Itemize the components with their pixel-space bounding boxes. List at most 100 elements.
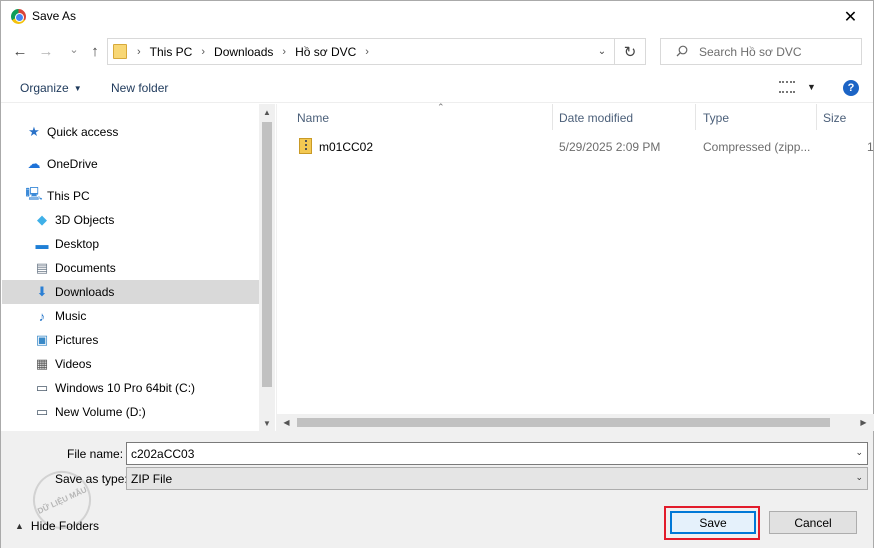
column-date-label: Date modified [559, 111, 634, 125]
arrow-up-icon: ↑ [91, 42, 99, 60]
column-header-size[interactable]: Size [823, 104, 874, 130]
sidebar-item-quick-access[interactable]: ★ Quick access [2, 120, 259, 144]
forward-button[interactable]: → [36, 41, 56, 61]
address-dropdown-button[interactable]: ⌄ [593, 42, 611, 61]
refresh-button[interactable]: ↻ [614, 39, 645, 64]
scroll-thumb[interactable] [262, 122, 272, 387]
breadcrumb-ho-so-dvc[interactable]: Hồ sơ DVC [295, 45, 356, 59]
recent-locations-button[interactable]: ⌄ [64, 39, 84, 59]
save-as-dialog: Save As ✕ ← → ⌄ ↑ › This PC › Downloads … [0, 0, 874, 548]
sidebar-item-downloads[interactable]: ⬇ Downloads [2, 280, 259, 304]
help-icon: ? [847, 82, 855, 94]
breadcrumb-separator[interactable]: › [365, 46, 369, 58]
sidebar-item-pictures[interactable]: ▣ Pictures [2, 328, 259, 352]
column-header-name[interactable]: Name ⌃ [297, 102, 553, 130]
scroll-up-button[interactable]: ▲ [259, 104, 275, 120]
address-bar[interactable]: › This PC › Downloads › Hồ sơ DVC › ⌄ ↻ [107, 38, 646, 65]
save-as-type-value: ZIP File [131, 472, 173, 486]
video-icon: ▦ [35, 356, 49, 371]
caret-up-icon: ▲ [263, 107, 271, 117]
sidebar-item-label: 3D Objects [55, 213, 115, 227]
cancel-button[interactable]: Cancel [769, 511, 857, 534]
sidebar-item-new-volume-d[interactable]: ▭ New Volume (D:) [2, 400, 259, 424]
breadcrumb-separator[interactable]: › [282, 46, 286, 58]
hide-folders-label: Hide Folders [30, 519, 99, 533]
help-button[interactable]: ? [843, 80, 859, 96]
sidebar-item-label: Pictures [55, 333, 99, 347]
file-row[interactable]: m01CC02 5/29/2025 2:09 PM Compressed (zi… [277, 135, 874, 157]
column-type-label: Type [703, 111, 730, 125]
new-folder-label: New folder [111, 81, 169, 95]
chevron-down-icon: ⌄ [597, 46, 607, 57]
sidebar-item-onedrive[interactable]: ☁ OneDrive [2, 152, 259, 176]
scroll-down-button[interactable]: ▼ [259, 415, 275, 431]
details-view-icon [779, 81, 795, 93]
file-name: m01CC02 [319, 140, 374, 154]
file-name-input[interactable] [131, 446, 831, 462]
sidebar-item-desktop[interactable]: ▬ Desktop [2, 232, 259, 256]
chrome-icon [11, 9, 26, 24]
sidebar-item-videos[interactable]: ▦ Videos [2, 352, 259, 376]
cube-icon: ◆ [37, 212, 47, 227]
up-button[interactable]: ↑ [85, 41, 105, 61]
drive-d-icon: ▭ [35, 404, 49, 419]
sidebar-item-this-pc[interactable]: 🖳 This PC [2, 184, 259, 208]
save-as-type-select[interactable]: ZIP File ⌄ [126, 467, 868, 490]
sidebar-item-documents[interactable]: ▤ Documents [2, 256, 259, 280]
save-button[interactable]: Save [670, 511, 756, 534]
title-bar: Save As ✕ [1, 1, 873, 32]
caret-down-icon: ▼ [263, 418, 271, 428]
chevron-down-icon[interactable]: ⌄ [855, 447, 863, 458]
search-input[interactable] [699, 44, 854, 60]
sidebar-item-label: Downloads [55, 285, 115, 299]
watermark-text: DỮ LIỆU MẪU [35, 484, 89, 516]
cloud-icon: ☁ [27, 156, 41, 171]
sidebar-item-label: Quick access [47, 125, 119, 139]
caret-down-icon: ▼ [807, 82, 816, 92]
sidebar-item-label: Desktop [55, 237, 100, 251]
arrow-right-icon: → [38, 42, 54, 60]
scroll-left-button[interactable]: ◀ [278, 414, 295, 431]
navigation-scrollbar[interactable]: ▲ ▼ [259, 104, 275, 431]
file-list: Name ⌃ Date modified Type Size m01CC02 5… [276, 102, 874, 431]
file-name-field[interactable]: ⌄ [126, 442, 868, 465]
star-icon: ★ [28, 124, 40, 139]
caret-right-icon: ▶ [860, 418, 867, 427]
column-name-label: Name [297, 111, 330, 125]
back-button[interactable]: ← [10, 41, 30, 61]
computer-icon: 🖳 [25, 186, 43, 201]
sidebar-item-label: OneDrive [47, 157, 98, 171]
sidebar-item-3d-objects[interactable]: ◆ 3D Objects [2, 208, 259, 232]
column-header-type[interactable]: Type [703, 104, 817, 130]
file-size: 1 [867, 140, 874, 154]
horizontal-scrollbar[interactable]: ◀ ▶ [277, 414, 874, 431]
sidebar-item-music[interactable]: ♪ Music [2, 304, 259, 328]
chevron-down-icon: ⌄ [69, 43, 79, 56]
breadcrumb-this-pc[interactable]: This PC [150, 45, 193, 59]
caret-down-icon: ▼ [73, 84, 82, 93]
close-button[interactable]: ✕ [828, 1, 873, 32]
column-header-date-modified[interactable]: Date modified [559, 104, 696, 130]
navigation-pane: ★ Quick access ☁ OneDrive 🖳 This PC ◆ 3D Object… [1, 104, 275, 431]
scroll-thumb[interactable] [297, 418, 830, 427]
organize-button[interactable]: Organize ▼ [20, 81, 82, 95]
sidebar-item-label: New Volume (D:) [55, 405, 146, 419]
caret-left-icon: ◀ [283, 418, 290, 427]
breadcrumb: › This PC › Downloads › Hồ sơ DVC › [134, 45, 378, 59]
document-icon: ▤ [35, 260, 49, 275]
sidebar-item-windows-10-pro-64bit-c[interactable]: ▭ Windows 10 Pro 64bit (C:) [2, 376, 259, 400]
breadcrumb-separator[interactable]: › [201, 46, 205, 58]
arrow-left-icon: ← [12, 42, 28, 60]
search-box[interactable] [660, 38, 862, 65]
change-view-button[interactable]: ▼ [779, 81, 816, 93]
save-form: File name: ⌄ Save as type: ZIP File ⌄ DỮ… [1, 431, 873, 548]
breadcrumb-downloads[interactable]: Downloads [214, 45, 273, 59]
file-date: 5/29/2025 2:09 PM [559, 140, 661, 154]
scroll-right-button[interactable]: ▶ [855, 414, 872, 431]
caret-up-icon: ▲ [15, 521, 24, 531]
organize-label: Organize [20, 81, 69, 95]
hide-folders-button[interactable]: ▲ Hide Folders [15, 519, 99, 533]
folder-icon [113, 44, 127, 59]
command-bar: Organize ▼ New folder ▼ ? [1, 74, 873, 103]
new-folder-button[interactable]: New folder [111, 81, 168, 95]
